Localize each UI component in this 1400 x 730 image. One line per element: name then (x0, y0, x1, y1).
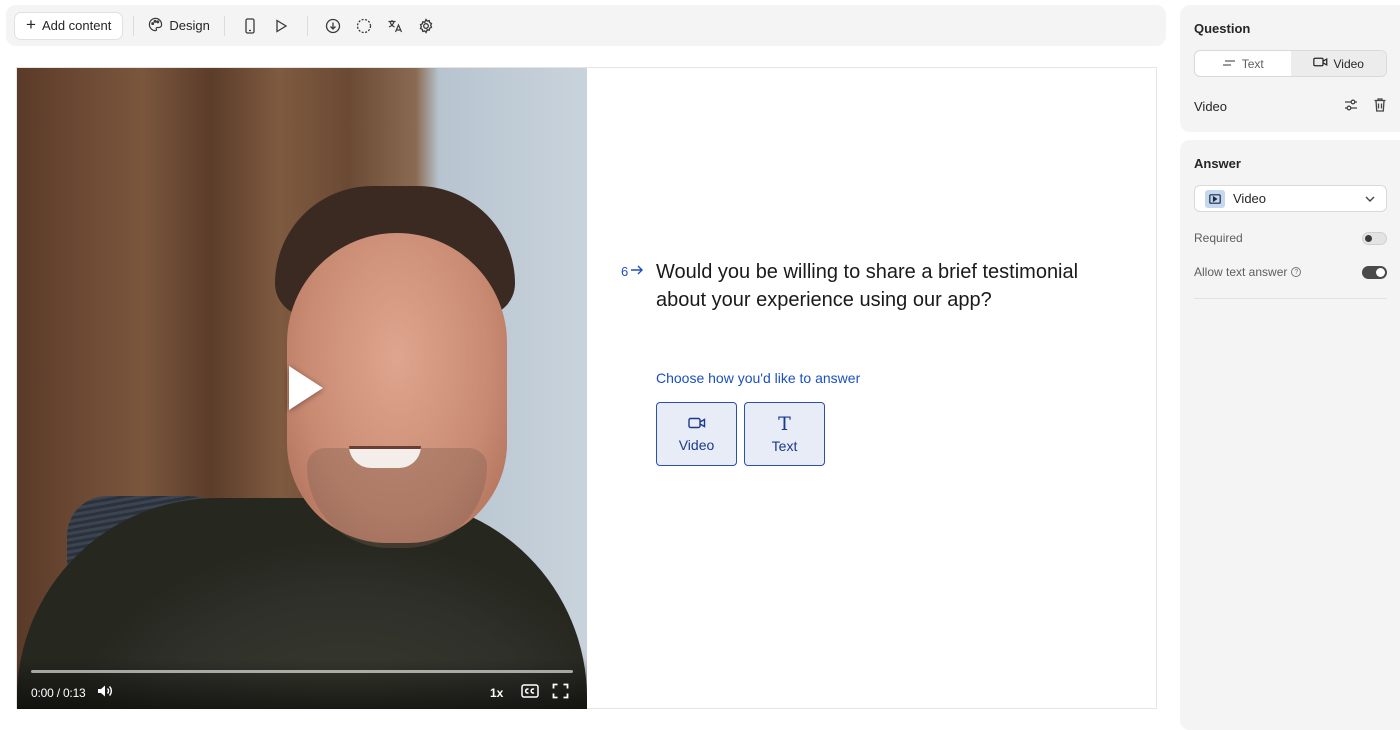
choose-answer-label: Choose how you'd like to answer (656, 370, 861, 386)
required-toggle[interactable] (1362, 231, 1387, 245)
allow-text-label-wrap: Allow text answer ? (1194, 265, 1302, 279)
text-lines-icon (1222, 57, 1236, 71)
play-icon[interactable] (289, 366, 323, 410)
plus-icon: + (26, 15, 36, 34)
palette-icon (148, 17, 163, 35)
tab-text-label: Text (1241, 56, 1264, 71)
add-content-button[interactable]: + Add content (14, 11, 124, 40)
answer-panel-title: Answer (1194, 156, 1241, 171)
answer-settings-panel: Answer Video Required Allow text answer … (1180, 140, 1400, 730)
question-number-value: 6 (621, 264, 629, 279)
help-icon[interactable]: ? (1291, 267, 1302, 277)
translate-icon[interactable] (380, 12, 411, 40)
question-text[interactable]: Would you be willing to share a brief te… (656, 258, 1086, 314)
text-t-icon: T (778, 412, 791, 435)
question-panel-title: Question (1194, 21, 1251, 36)
download-icon[interactable] (318, 12, 349, 40)
toolbar-divider (306, 15, 308, 36)
answer-option-text[interactable]: T Text (744, 402, 825, 466)
volume-icon[interactable] (96, 683, 114, 704)
video-camera-icon (1312, 56, 1328, 71)
trash-icon[interactable] (1373, 97, 1387, 116)
arrow-right-icon (630, 264, 644, 279)
closed-captions-icon[interactable] (521, 683, 539, 704)
video-play-icon (1205, 189, 1225, 208)
video-camera-icon (687, 416, 706, 433)
answer-type-value: Video (1233, 191, 1267, 206)
video-controls: 0:00 / 0:13 1x (17, 659, 587, 709)
chevron-down-icon (1364, 191, 1376, 206)
required-label: Required (1194, 231, 1243, 245)
toolbar-divider (223, 15, 225, 36)
answer-option-video[interactable]: Video (656, 402, 737, 466)
sliders-icon[interactable] (1343, 97, 1359, 116)
video-player[interactable]: 0:00 / 0:13 1x (17, 68, 587, 709)
settings-icon[interactable] (411, 12, 442, 40)
answer-option-video-label: Video (678, 436, 715, 453)
allow-text-toggle[interactable] (1362, 265, 1387, 279)
fullscreen-icon[interactable] (552, 683, 569, 704)
question-type-toggle: Text Video (1194, 50, 1387, 77)
tab-video[interactable]: Video (1290, 51, 1386, 76)
video-frame-smile (349, 446, 421, 468)
question-number: 6 (621, 264, 644, 279)
add-content-label: Add content (41, 18, 112, 33)
design-button[interactable]: Design (144, 17, 213, 35)
allow-text-row: Allow text answer ? (1194, 265, 1387, 279)
video-progress-bar[interactable] (31, 670, 573, 673)
question-canvas: 0:00 / 0:13 1x 6 Would you be willing to… (16, 67, 1157, 709)
playback-speed[interactable]: 1x (490, 686, 503, 700)
allow-text-label: Allow text answer (1194, 265, 1288, 279)
logic-icon[interactable] (349, 12, 380, 40)
media-label: Video (1194, 99, 1228, 114)
answer-option-text-label: Text (771, 437, 798, 454)
mobile-icon[interactable] (235, 12, 266, 40)
toolbar-divider (133, 15, 135, 36)
tab-video-label: Video (1333, 56, 1364, 71)
video-time: 0:00 / 0:13 (31, 686, 86, 700)
answer-type-select[interactable]: Video (1194, 185, 1387, 212)
panel-divider (1194, 298, 1387, 299)
top-toolbar: + Add content Design (6, 5, 1166, 46)
required-row: Required (1194, 231, 1387, 245)
media-row: Video (1194, 97, 1387, 116)
question-settings-panel: Question Text Video Video (1180, 5, 1400, 132)
tab-text[interactable]: Text (1195, 51, 1291, 76)
design-label: Design (169, 18, 210, 33)
play-preview-icon[interactable] (266, 12, 297, 40)
